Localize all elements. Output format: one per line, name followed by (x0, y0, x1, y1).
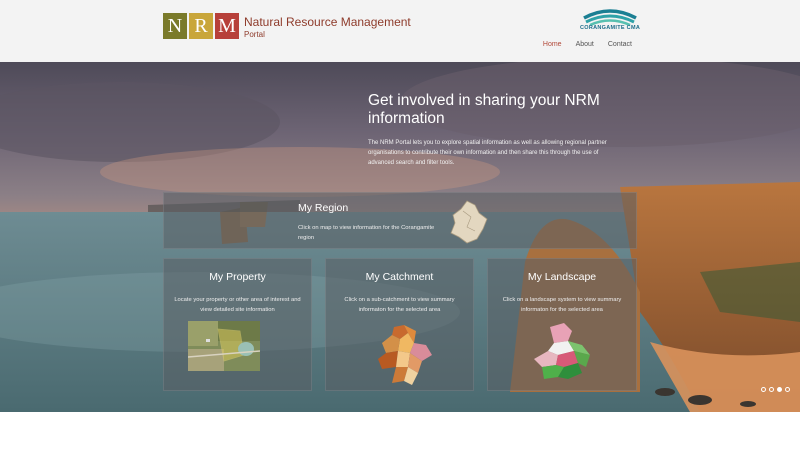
my-property-description: Locate your property or other area of in… (174, 297, 301, 313)
logo-text[interactable]: Natural Resource Management Portal (244, 15, 411, 39)
partner-logo-label: CORANGAMITE CMA (580, 25, 641, 31)
region-map-icon[interactable] (449, 199, 489, 245)
logo-subtitle: Portal (244, 30, 265, 39)
slider-pagination (761, 387, 790, 392)
site-header: N R M Natural Resource Management Portal… (0, 0, 800, 62)
my-property-panel[interactable]: My Property Locate your property or othe… (163, 258, 312, 391)
slider-dot-1[interactable] (761, 387, 766, 392)
my-catchment-description: Click on a sub-catchment to view summary… (344, 297, 455, 313)
logo-letter-n: N (163, 13, 187, 39)
logo-letter-m: M (215, 13, 239, 39)
my-landscape-panel[interactable]: My Landscape Click on a landscape system… (487, 258, 637, 391)
main-nav: Home About Contact (543, 41, 632, 48)
logo-title: Natural Resource Management (244, 15, 411, 29)
my-catchment-panel[interactable]: My Catchment Click on a sub-catchment to… (325, 258, 474, 391)
my-region-panel[interactable]: My Region Click on map to view informati… (163, 192, 637, 249)
my-landscape-title: My Landscape (527, 271, 597, 283)
my-catchment-title: My Catchment (365, 271, 434, 283)
slider-dot-3[interactable] (777, 387, 782, 392)
my-region-description: Click on map to view information for the… (298, 225, 435, 241)
landscape-map-icon[interactable] (528, 321, 598, 383)
my-landscape-description: Click on a landscape system to view summ… (502, 297, 622, 313)
hero-slider: Get involved in sharing your NRM informa… (0, 62, 800, 412)
my-property-title: My Property (209, 271, 266, 283)
slider-dot-2[interactable] (769, 387, 774, 392)
nav-home[interactable]: Home (543, 41, 562, 48)
nrm-logo[interactable]: N R M (163, 13, 241, 39)
nav-contact[interactable]: Contact (608, 41, 632, 48)
logo-letter-r: R (189, 13, 213, 39)
hero-description: The NRM Portal lets you to explore spati… (368, 140, 607, 166)
hero-title: Get involved in sharing your NRM informa… (368, 92, 600, 127)
property-aerial-map-icon[interactable] (188, 321, 260, 371)
my-region-title: My Region (298, 202, 349, 214)
slider-dot-4[interactable] (785, 387, 790, 392)
catchment-map-icon[interactable] (374, 323, 436, 389)
nav-about[interactable]: About (576, 41, 594, 48)
